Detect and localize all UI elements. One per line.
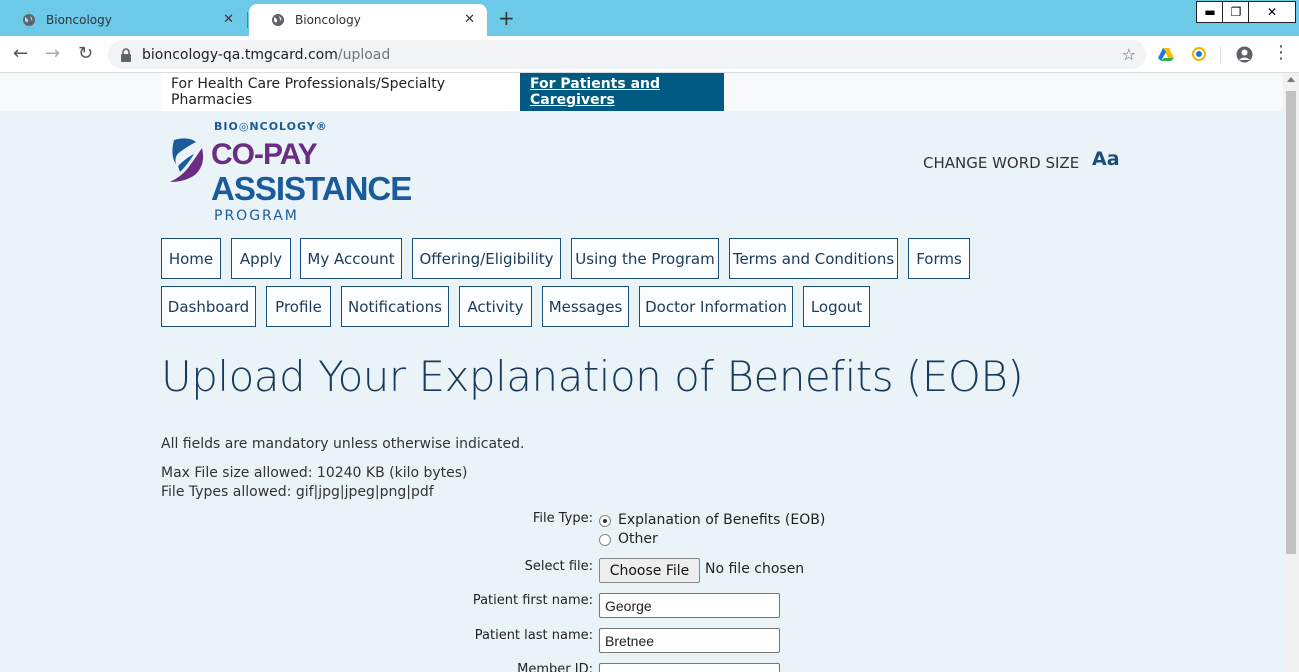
tab-title: Bioncology bbox=[295, 13, 361, 27]
file-type-other-label[interactable]: Other bbox=[618, 531, 658, 547]
first-name-input[interactable] bbox=[599, 593, 780, 618]
forward-icon[interactable]: → bbox=[45, 43, 60, 64]
scroll-thumb[interactable] bbox=[1286, 91, 1296, 554]
lock-icon bbox=[121, 47, 131, 62]
browser-tab[interactable]: Bioncology ✕ bbox=[0, 4, 248, 36]
scroll-up-arrow[interactable] bbox=[1287, 77, 1295, 82]
file-type-eob-label[interactable]: Explanation of Benefits (EOB) bbox=[618, 512, 825, 528]
maximize-button[interactable]: ❐ bbox=[1222, 1, 1250, 23]
browser-tab-strip: Bioncology ✕ Bioncology ✕ + ▬ ❐ ✕ bbox=[0, 0, 1299, 36]
nav-activity[interactable]: Activity bbox=[459, 286, 532, 327]
url-path: /upload bbox=[337, 46, 391, 63]
reload-icon[interactable]: ↻ bbox=[78, 43, 93, 64]
nav-home[interactable]: Home bbox=[161, 238, 221, 279]
file-type-label: File Type: bbox=[532, 511, 593, 526]
first-name-label: Patient first name: bbox=[472, 593, 593, 608]
nav-notifications[interactable]: Notifications bbox=[341, 286, 449, 327]
file-type-other-radio[interactable] bbox=[599, 534, 611, 546]
word-size-toggle-icon[interactable]: Aa bbox=[1092, 148, 1120, 170]
no-file-chosen-text: No file chosen bbox=[705, 561, 805, 577]
address-toolbar: ← → ↻ bioncology-qa.tmgcard.com/upload ☆… bbox=[0, 36, 1299, 73]
sync-extension-icon[interactable] bbox=[1191, 46, 1207, 62]
close-icon[interactable]: ✕ bbox=[464, 12, 475, 27]
nav-offering-eligibility[interactable]: Offering/Eligibility bbox=[412, 238, 561, 279]
browser-tab-active[interactable]: Bioncology ✕ bbox=[249, 4, 487, 36]
tab-divider bbox=[247, 12, 248, 28]
nav-apply[interactable]: Apply bbox=[231, 238, 291, 279]
nav-using-the-program[interactable]: Using the Program bbox=[571, 238, 719, 279]
nav-doctor-information[interactable]: Doctor Information bbox=[639, 286, 793, 327]
nav-dashboard[interactable]: Dashboard bbox=[161, 286, 256, 327]
toolbar-divider bbox=[1220, 46, 1221, 64]
file-type-eob-radio[interactable] bbox=[599, 515, 611, 527]
logo-copay-text: CO-PAY bbox=[211, 138, 318, 171]
member-id-input[interactable] bbox=[599, 663, 780, 672]
close-window-button[interactable]: ✕ bbox=[1248, 1, 1296, 23]
nav-profile[interactable]: Profile bbox=[266, 286, 331, 327]
mandatory-note: All fields are mandatory unless otherwis… bbox=[161, 436, 525, 452]
logo-assistance-text: ASSISTANCE bbox=[211, 170, 412, 207]
profile-icon[interactable] bbox=[1236, 46, 1253, 63]
menu-icon[interactable]: ⋮ bbox=[1272, 42, 1290, 63]
page-title: Upload Your Explanation of Benefits (EOB… bbox=[161, 352, 1024, 401]
logo-program-text: PROGRAM bbox=[214, 208, 299, 224]
logo-mark-icon bbox=[170, 138, 204, 182]
copay-program-logo[interactable]: BIO◎NCOLOGY® CO-PAY ASSISTANCE PROGRAM bbox=[166, 118, 412, 226]
member-id-label: Member ID: bbox=[517, 662, 593, 672]
new-tab-button[interactable]: + bbox=[498, 7, 515, 29]
logo-brand-text: BIO◎NCOLOGY® bbox=[214, 120, 328, 133]
back-icon[interactable]: ← bbox=[13, 43, 28, 64]
nav-my-account[interactable]: My Account bbox=[300, 238, 402, 279]
close-icon[interactable]: ✕ bbox=[223, 12, 234, 27]
select-file-label: Select file: bbox=[524, 559, 593, 574]
max-file-size-text: Max File size allowed: 10240 KB (kilo by… bbox=[161, 465, 468, 481]
last-name-label: Patient last name: bbox=[474, 628, 593, 643]
url-bar[interactable]: bioncology-qa.tmgcard.com/upload ☆ bbox=[108, 40, 1146, 69]
file-types-text: File Types allowed: gif|jpg|jpeg|png|pdf bbox=[161, 484, 434, 500]
page-scrollbar[interactable] bbox=[1283, 73, 1299, 672]
patients-audience-link[interactable]: For Patients and Caregivers bbox=[520, 73, 724, 111]
minimize-button[interactable]: ▬ bbox=[1196, 1, 1224, 23]
change-word-size-label: CHANGE WORD SIZE bbox=[923, 154, 1080, 172]
star-icon[interactable]: ☆ bbox=[1122, 45, 1136, 64]
nav-forms[interactable]: Forms bbox=[908, 238, 970, 279]
nav-messages[interactable]: Messages bbox=[542, 286, 629, 327]
tab-title: Bioncology bbox=[46, 13, 112, 27]
nav-logout[interactable]: Logout bbox=[803, 286, 870, 327]
nav-terms-and-conditions[interactable]: Terms and Conditions bbox=[729, 238, 898, 279]
globe-icon bbox=[23, 14, 35, 26]
choose-file-button[interactable]: Choose File bbox=[599, 558, 700, 583]
drive-extension-icon[interactable] bbox=[1158, 46, 1174, 62]
hcp-audience-link[interactable]: For Health Care Professionals/Specialty … bbox=[161, 73, 520, 111]
globe-icon bbox=[272, 14, 284, 26]
last-name-input[interactable] bbox=[599, 628, 780, 653]
url-host: bioncology-qa.tmgcard.com bbox=[142, 46, 338, 63]
